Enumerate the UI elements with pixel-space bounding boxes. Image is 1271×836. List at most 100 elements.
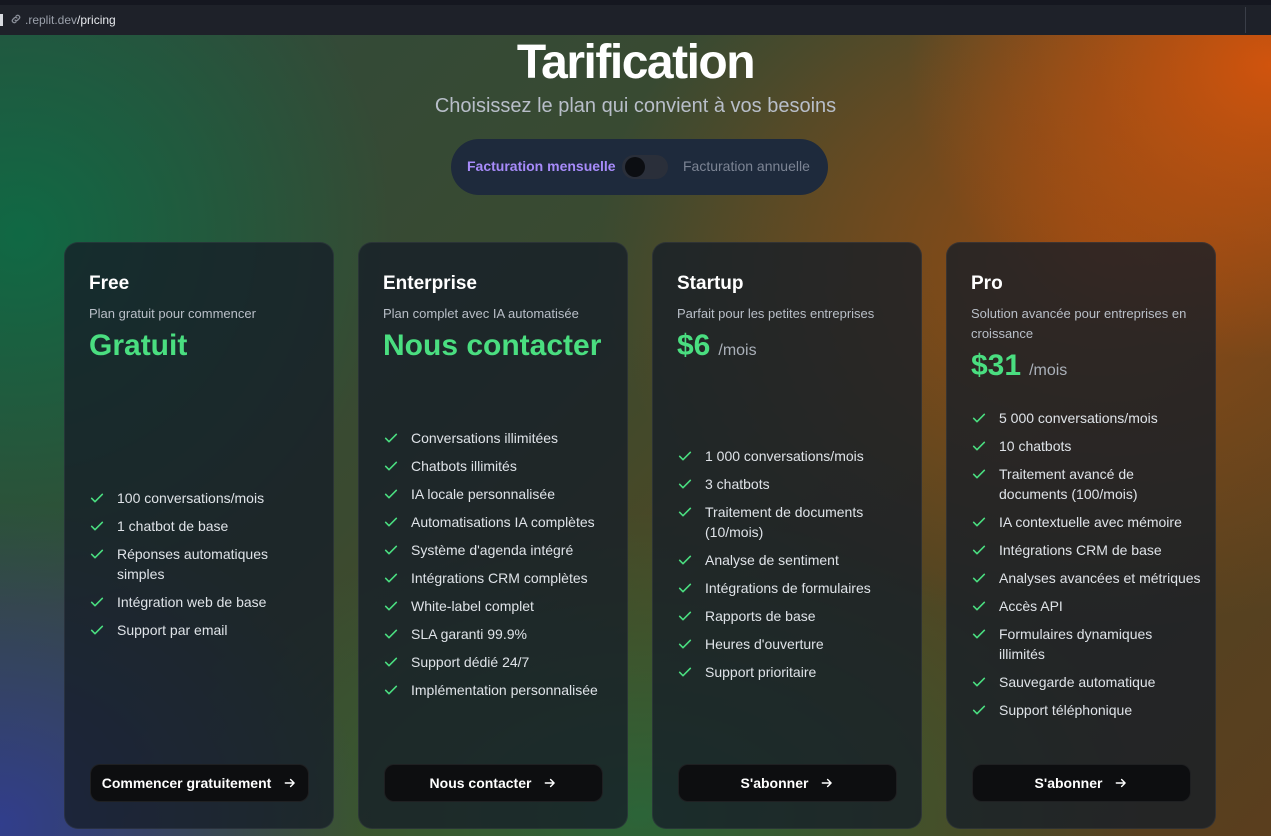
- billing-monthly-label[interactable]: Facturation mensuelle: [467, 158, 616, 174]
- plan-price: Gratuit: [89, 329, 187, 363]
- feature-item: 1 000 conversations/mois: [677, 446, 907, 466]
- subscribe-button[interactable]: S'abonner: [678, 764, 897, 802]
- feature-text: Intégration web de base: [117, 594, 267, 610]
- subscribe-button[interactable]: S'abonner: [972, 764, 1191, 802]
- billing-annual-label[interactable]: Facturation annuelle: [683, 158, 810, 174]
- feature-item: Support dédié 24/7: [383, 652, 613, 672]
- feature-item: 3 chatbots: [677, 474, 907, 494]
- plan-price: $6/mois: [677, 329, 757, 363]
- check-icon: [971, 672, 987, 692]
- plan-card-pro: Pro Solution avancée pour entreprises en…: [946, 242, 1216, 829]
- plan-description: Plan complet avec IA automatisée: [383, 306, 579, 321]
- feature-text: Système d'agenda intégré: [411, 542, 574, 558]
- check-icon: [971, 464, 987, 484]
- check-icon: [677, 634, 693, 654]
- feature-item: Formulaires dynamiques illimités: [971, 624, 1201, 664]
- browser-url-bar[interactable]: .replit.dev /pricing: [0, 0, 1271, 35]
- feature-item: Réponses automatiques simples: [89, 544, 319, 584]
- feature-text: Intégrations de formulaires: [705, 580, 871, 596]
- feature-item: Accès API: [971, 596, 1201, 616]
- feature-item: Traitement avancé de documents (100/mois…: [971, 464, 1201, 504]
- arrow-right-icon: [820, 776, 834, 790]
- feature-item: Analyses avancées et métriques: [971, 568, 1201, 588]
- page-subtitle: Choisissez le plan qui convient à vos be…: [434, 95, 837, 117]
- feature-item: 5 000 conversations/mois: [971, 408, 1201, 428]
- feature-text: IA locale personnalisée: [411, 486, 555, 502]
- check-icon: [383, 624, 399, 644]
- check-icon: [677, 474, 693, 494]
- feature-text: Analyse de sentiment: [705, 552, 839, 568]
- feature-text: Traitement avancé de documents (100/mois…: [999, 466, 1138, 502]
- check-icon: [383, 596, 399, 616]
- check-icon: [677, 446, 693, 466]
- feature-text: Support par email: [117, 622, 228, 638]
- feature-item: SLA garanti 99.9%: [383, 624, 613, 644]
- check-icon: [89, 544, 105, 564]
- price-amount: Nous contacter: [383, 329, 602, 362]
- feature-text: 10 chatbots: [999, 438, 1072, 454]
- feature-text: 100 conversations/mois: [117, 490, 265, 506]
- plan-name: Startup: [677, 273, 744, 294]
- browser-control[interactable]: [1245, 7, 1271, 33]
- feature-text: Support prioritaire: [705, 664, 817, 680]
- arrow-right-icon: [283, 776, 297, 790]
- feature-text: 5 000 conversations/mois: [999, 410, 1158, 426]
- feature-list: Conversations illimitées Chatbots illimi…: [383, 428, 613, 708]
- plan-card-enterprise: Enterprise Plan complet avec IA automati…: [358, 242, 628, 829]
- feature-list: 1 000 conversations/mois 3 chatbots Trai…: [677, 446, 907, 690]
- price-period: /mois: [718, 342, 757, 359]
- feature-text: Rapports de base: [705, 608, 816, 624]
- check-icon: [383, 484, 399, 504]
- check-icon: [383, 512, 399, 532]
- feature-item: Chatbots illimités: [383, 456, 613, 476]
- check-icon: [971, 512, 987, 532]
- check-icon: [677, 550, 693, 570]
- feature-text: Chatbots illimités: [411, 458, 517, 474]
- feature-text: Heures d'ouverture: [705, 636, 824, 652]
- price-amount: $31: [971, 349, 1022, 382]
- price-amount: Gratuit: [89, 329, 188, 362]
- feature-text: 1 000 conversations/mois: [705, 448, 864, 464]
- feature-text: White-label complet: [411, 598, 534, 614]
- check-icon: [677, 578, 693, 598]
- check-icon: [383, 428, 399, 448]
- feature-item: IA contextuelle avec mémoire: [971, 512, 1201, 532]
- check-icon: [677, 662, 693, 682]
- feature-text: Traitement de documents (10/mois): [705, 504, 864, 540]
- check-icon: [89, 516, 105, 536]
- arrow-right-icon: [1114, 776, 1128, 790]
- price-period: /mois: [1029, 362, 1068, 379]
- check-icon: [677, 606, 693, 626]
- billing-switch[interactable]: [622, 155, 668, 179]
- plan-card-startup: Startup Parfait pour les petites entrepr…: [652, 242, 922, 829]
- feature-item: Système d'agenda intégré: [383, 540, 613, 560]
- feature-item: Implémentation personnalisée: [383, 680, 613, 700]
- contact-us-button[interactable]: Nous contacter: [384, 764, 603, 802]
- feature-text: Intégrations CRM de base: [999, 542, 1162, 558]
- feature-item: Support prioritaire: [677, 662, 907, 682]
- check-icon: [383, 568, 399, 588]
- button-label: S'abonner: [1034, 775, 1103, 791]
- feature-item: Conversations illimitées: [383, 428, 613, 448]
- start-free-button[interactable]: Commencer gratuitement: [90, 764, 309, 802]
- arrow-right-icon: [543, 776, 557, 790]
- pricing-page: Tarification Choisissez le plan qui conv…: [0, 35, 1271, 836]
- plan-name: Pro: [971, 273, 1003, 294]
- check-icon: [383, 652, 399, 672]
- feature-text: Accès API: [999, 598, 1063, 614]
- check-icon: [971, 540, 987, 560]
- feature-list: 100 conversations/mois 1 chatbot de base…: [89, 488, 319, 648]
- feature-item: Analyse de sentiment: [677, 550, 907, 570]
- check-icon: [89, 488, 105, 508]
- billing-toggle: Facturation mensuelle Facturation annuel…: [451, 139, 828, 195]
- check-icon: [971, 408, 987, 428]
- plan-name: Free: [89, 273, 130, 294]
- feature-item: Traitement de documents (10/mois): [677, 502, 907, 542]
- feature-text: IA contextuelle avec mémoire: [999, 514, 1182, 530]
- check-icon: [383, 680, 399, 700]
- page-title: Tarification: [516, 36, 756, 89]
- url-path: /pricing: [77, 13, 116, 27]
- feature-text: Automatisations IA complètes: [411, 514, 595, 530]
- plan-description: Solution avancée pour entreprises en cro…: [971, 306, 1187, 341]
- feature-item: Intégrations CRM de base: [971, 540, 1201, 560]
